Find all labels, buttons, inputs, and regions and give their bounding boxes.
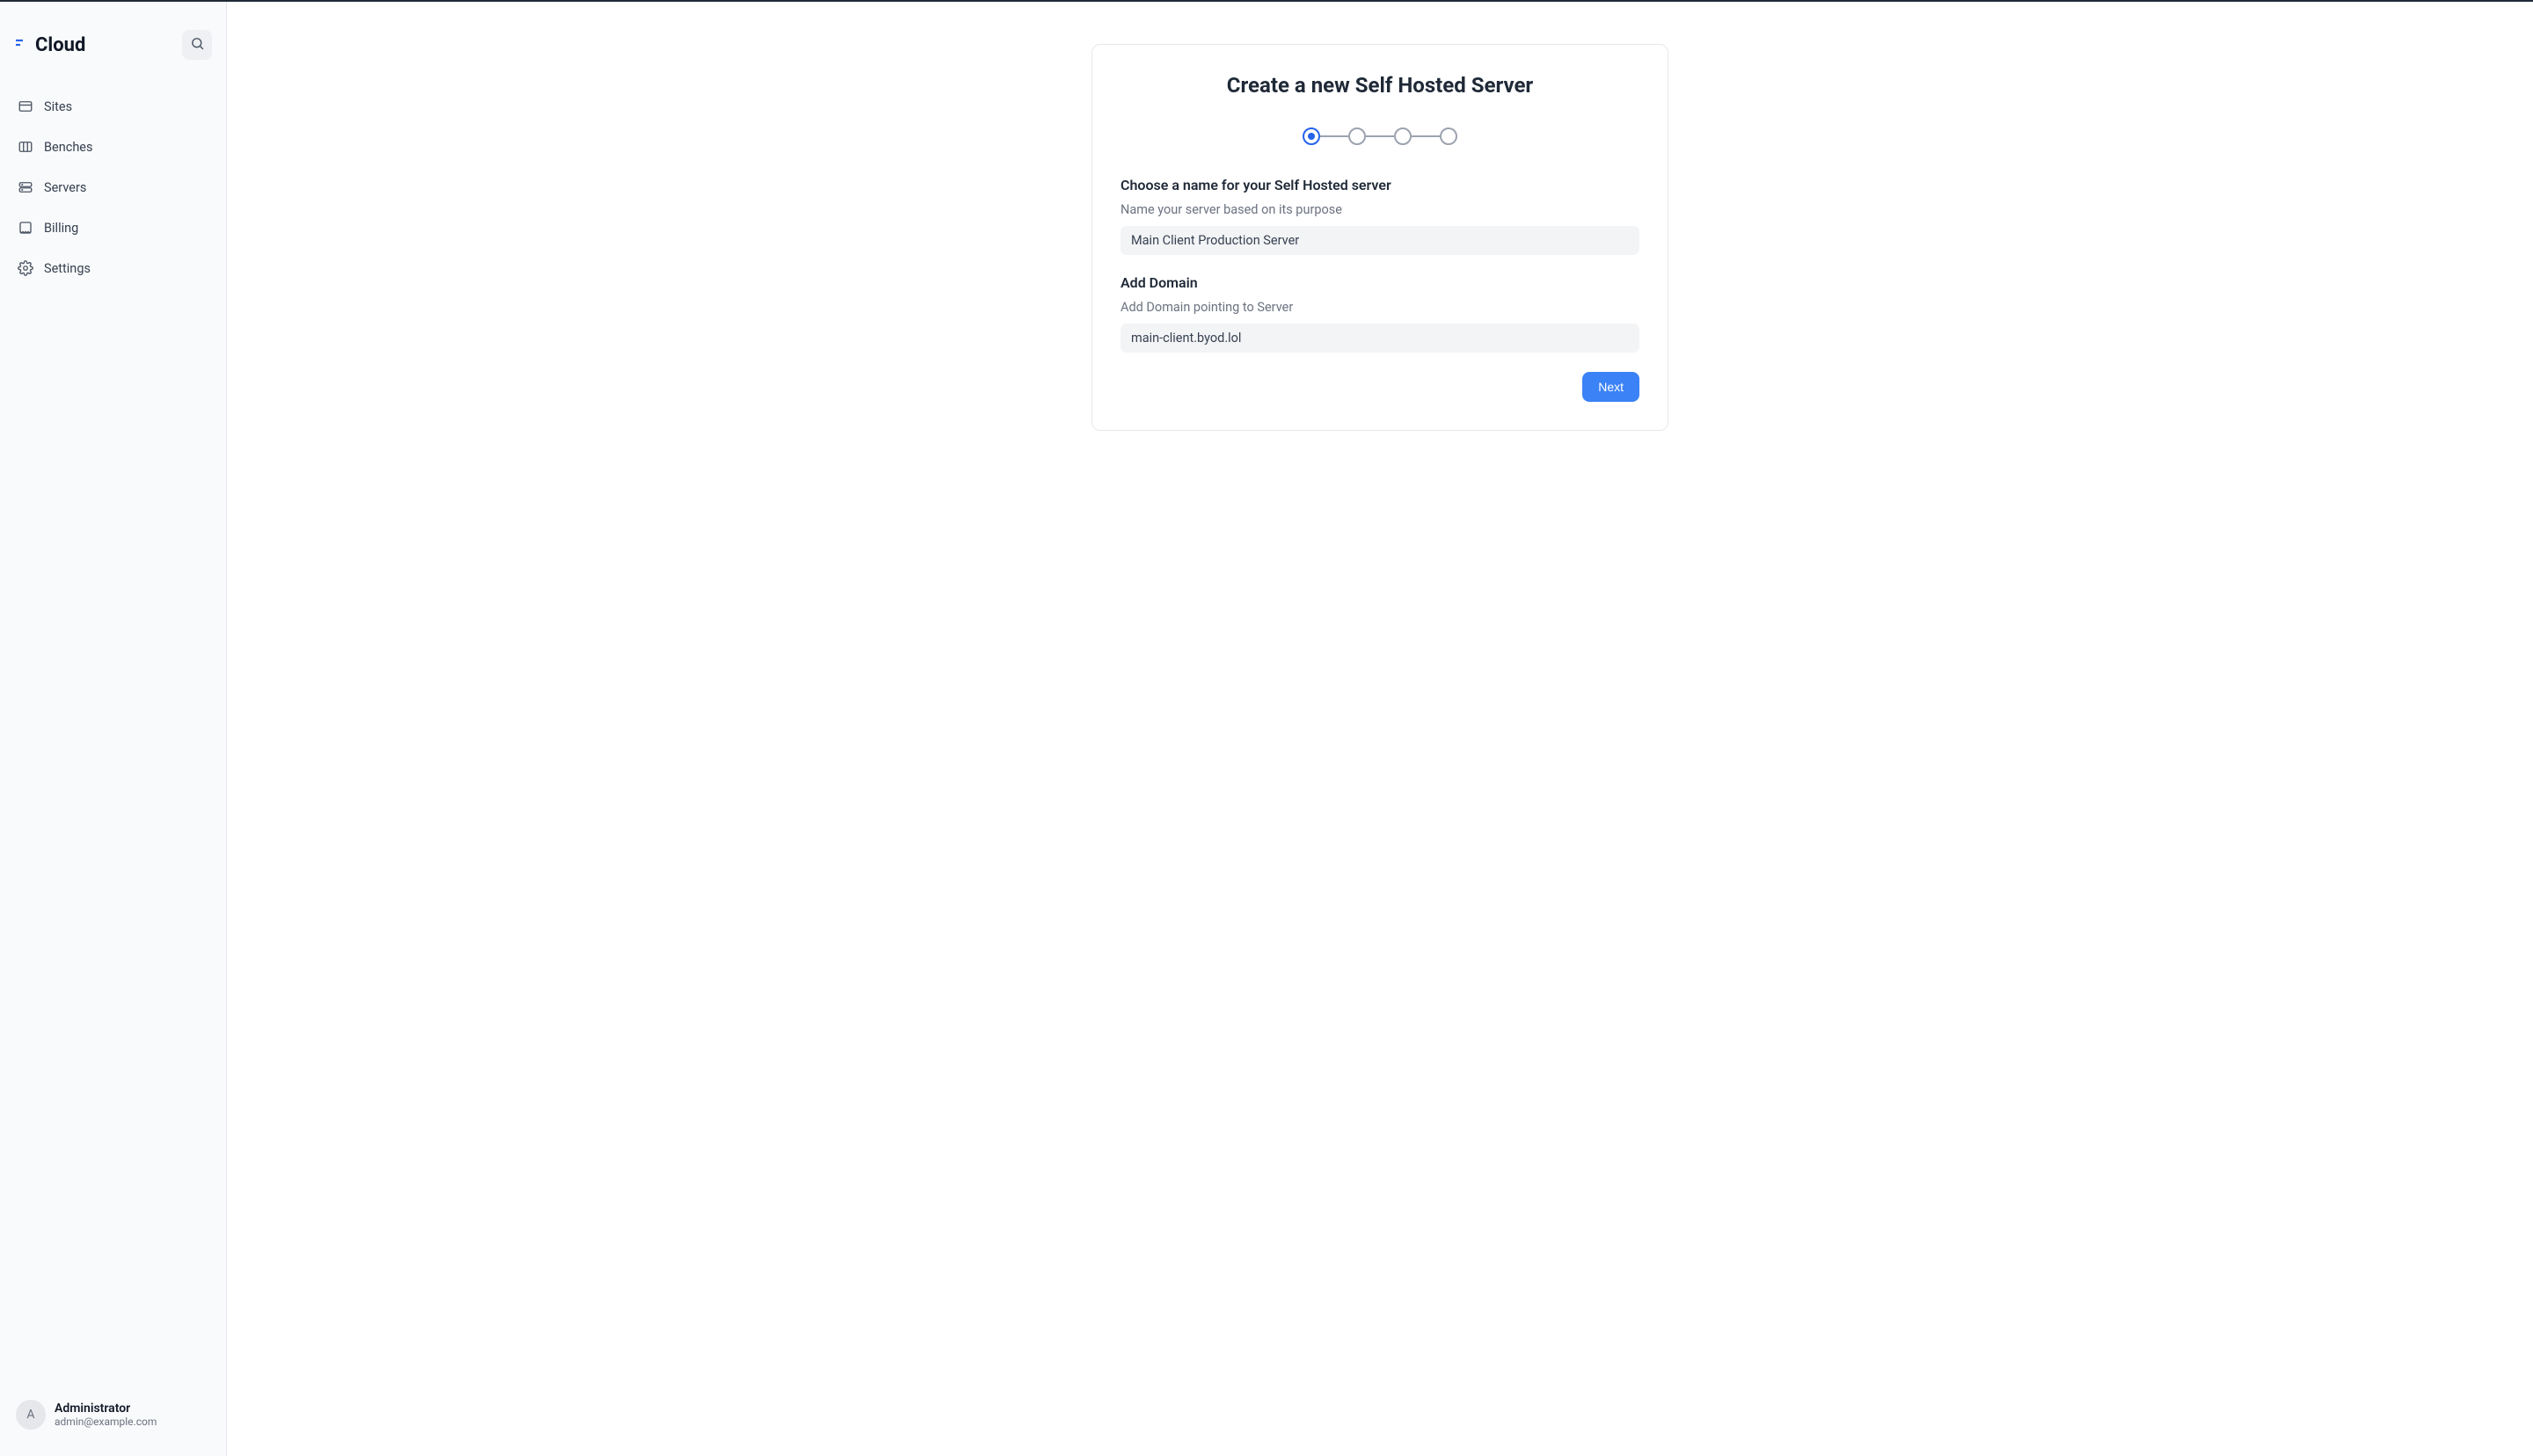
page-title: Create a new Self Hosted Server [1121, 73, 1639, 98]
sidebar-item-label: Sites [44, 99, 72, 114]
user-info: Administrator admin@example.com [55, 1401, 157, 1428]
logo[interactable]: Cloud [14, 34, 85, 56]
sidebar-header: Cloud [0, 14, 226, 77]
sidebar-item-label: Servers [44, 180, 86, 195]
sidebar-footer[interactable]: A Administrator admin@example.com [0, 1386, 226, 1444]
main-content: Create a new Self Hosted Server Choose a… [227, 2, 2533, 1456]
step-connector [1320, 135, 1348, 137]
user-name: Administrator [55, 1401, 157, 1416]
sidebar-item-label: Benches [44, 140, 92, 155]
server-name-heading: Choose a name for your Self Hosted serve… [1121, 177, 1639, 193]
receipt-icon [18, 220, 33, 236]
gear-icon [18, 260, 33, 276]
step-connector [1412, 135, 1440, 137]
sidebar-nav: Sites Benches [0, 77, 226, 297]
step-1[interactable] [1303, 127, 1320, 145]
step-2[interactable] [1348, 127, 1366, 145]
step-4[interactable] [1440, 127, 1457, 145]
sidebar-item-sites[interactable]: Sites [7, 88, 219, 125]
domain-heading: Add Domain [1121, 274, 1639, 291]
sidebar-item-label: Settings [44, 261, 91, 276]
domain-input[interactable] [1121, 324, 1639, 353]
step-3[interactable] [1394, 127, 1412, 145]
server-name-subtext: Name your server based on its purpose [1121, 202, 1639, 217]
server-name-input[interactable] [1121, 226, 1639, 255]
create-server-card: Create a new Self Hosted Server Choose a… [1091, 44, 1668, 431]
search-icon [190, 36, 205, 54]
stepper [1121, 127, 1639, 145]
sidebar-item-label: Billing [44, 221, 78, 236]
avatar: A [16, 1400, 46, 1430]
server-icon [18, 179, 33, 195]
step-connector [1366, 135, 1394, 137]
browser-icon [18, 98, 33, 114]
sidebar-item-servers[interactable]: Servers [7, 169, 219, 206]
sidebar: Cloud Sites [0, 2, 227, 1456]
actions: Next [1121, 372, 1639, 402]
sidebar-item-benches[interactable]: Benches [7, 128, 219, 165]
domain-subtext: Add Domain pointing to Server [1121, 300, 1639, 315]
avatar-initial: A [26, 1408, 34, 1422]
user-email: admin@example.com [55, 1416, 157, 1428]
brand-text: Cloud [35, 34, 85, 56]
sidebar-item-settings[interactable]: Settings [7, 250, 219, 287]
server-name-section: Choose a name for your Self Hosted serve… [1121, 177, 1639, 255]
domain-section: Add Domain Add Domain pointing to Server [1121, 274, 1639, 353]
logo-icon [14, 38, 28, 52]
sidebar-item-billing[interactable]: Billing [7, 209, 219, 246]
next-button[interactable]: Next [1582, 372, 1639, 402]
columns-icon [18, 139, 33, 155]
search-button[interactable] [182, 30, 212, 60]
